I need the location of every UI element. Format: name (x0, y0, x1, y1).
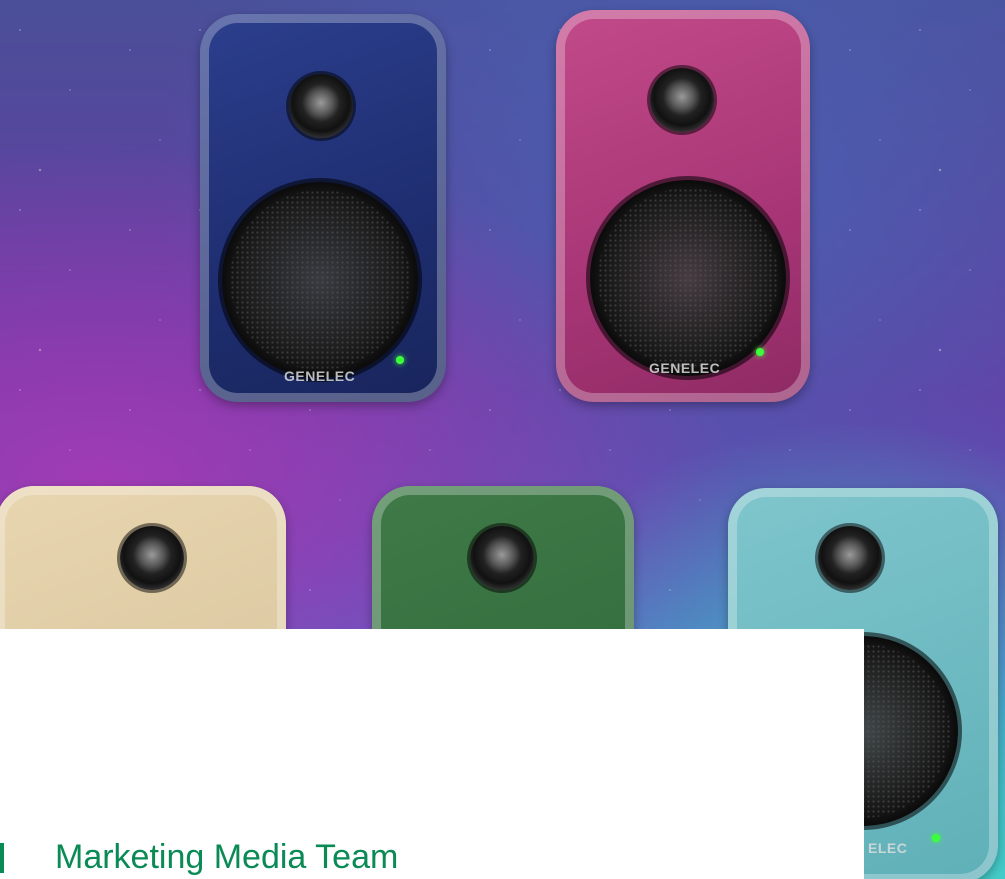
speaker-brand-logo: GENELEC (284, 368, 356, 384)
title-accent-bar (0, 843, 4, 873)
tweeter (650, 68, 714, 132)
tweeter (818, 526, 882, 590)
power-led (396, 356, 404, 364)
woofer (222, 182, 418, 378)
speaker-brand-logo: GENELEC (649, 360, 721, 376)
team-title[interactable]: Marketing Media Team (55, 838, 398, 877)
speaker-blue: GENELEC (200, 14, 446, 402)
speaker-pink: GENELEC (556, 10, 810, 402)
hero-image: GENELEC GENELEC ELEC Marketing Media Tea… (0, 0, 1005, 879)
woofer (590, 180, 786, 376)
tweeter (470, 526, 534, 590)
power-led (756, 348, 764, 356)
speaker-brand-logo: ELEC (868, 840, 908, 856)
power-led (932, 834, 940, 842)
tweeter (120, 526, 184, 590)
tweeter (289, 74, 353, 138)
